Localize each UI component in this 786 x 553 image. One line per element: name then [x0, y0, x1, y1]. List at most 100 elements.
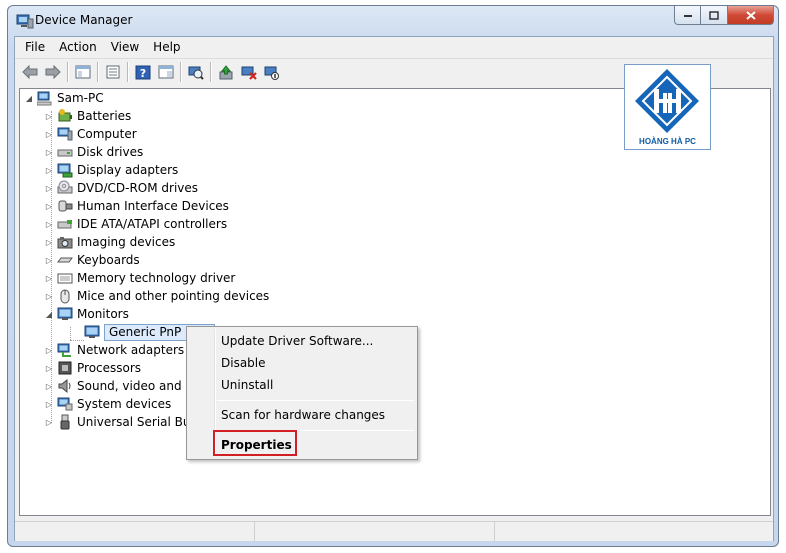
- tree-item-label: Memory technology driver: [77, 271, 236, 285]
- tree-item-processors[interactable]: ▷ Processors: [44, 359, 141, 377]
- collapse-arrow-icon[interactable]: ◢: [24, 93, 34, 103]
- collapse-arrow-icon[interactable]: ◢: [44, 309, 54, 319]
- menu-separator: [217, 400, 414, 401]
- scan-hardware-button[interactable]: [184, 61, 207, 83]
- expand-arrow-icon[interactable]: ▷: [44, 183, 54, 193]
- update-driver-icon: [219, 64, 232, 79]
- tree-item-usb-controllers[interactable]: ▷ Universal Serial Bus c: [44, 413, 207, 431]
- tree-item-label: Imaging devices: [77, 235, 176, 249]
- disable-icon: [264, 66, 279, 80]
- monitor-icon: [57, 307, 73, 320]
- tree-item-hid[interactable]: ▷ Human Interface Devices: [44, 197, 229, 215]
- svg-text:?: ?: [139, 67, 145, 80]
- network-icon: [57, 343, 71, 357]
- tree-item-imaging-devices[interactable]: ▷ Imaging devices: [44, 233, 175, 251]
- computer-icon: [57, 127, 73, 141]
- show-hide-console-tree-button[interactable]: [71, 61, 94, 83]
- tree-item-disk-drives[interactable]: ▷ Disk drives: [44, 143, 143, 161]
- device-view-button[interactable]: [154, 61, 177, 83]
- processor-icon: [58, 361, 72, 375]
- maximize-icon: [709, 10, 719, 20]
- back-button[interactable]: [18, 61, 41, 83]
- menu-bar: File Action View Help: [15, 37, 773, 57]
- expand-arrow-icon[interactable]: ▷: [44, 273, 54, 283]
- tree-item-sound-video[interactable]: ▷ Sound, video and ga: [44, 377, 200, 395]
- tree-item-memory-technology[interactable]: ▷ Memory technology driver: [44, 269, 235, 287]
- back-icon: [21, 65, 37, 79]
- update-driver-button[interactable]: [214, 61, 237, 83]
- usb-icon: [60, 414, 70, 430]
- device-view-icon: [158, 65, 173, 79]
- properties-highlight-box: [213, 430, 297, 456]
- tree-item-mice[interactable]: ▷ Mice and other pointing devices: [44, 287, 269, 305]
- uninstall-icon: [241, 66, 257, 80]
- close-icon: [745, 10, 756, 20]
- ide-controller-icon: [57, 220, 72, 229]
- tree-item-network-adapters[interactable]: ▷ Network adapters: [44, 341, 184, 359]
- logo-diamond-icon: [635, 69, 699, 133]
- disable-item[interactable]: Disable: [215, 352, 414, 374]
- expand-arrow-icon[interactable]: ▷: [44, 219, 54, 229]
- toolbar-separator: [127, 62, 128, 82]
- toolbar-separator: [97, 62, 98, 82]
- tree-root[interactable]: ◢ Sam-PC: [24, 89, 104, 107]
- properties-grid-icon: [106, 65, 119, 79]
- tree-item-monitors[interactable]: ◢ Monitors: [44, 305, 129, 323]
- uninstall-button[interactable]: [237, 61, 260, 83]
- tree-item-system-devices[interactable]: ▷ System devices: [44, 395, 171, 413]
- menu-action[interactable]: Action: [52, 37, 104, 57]
- expand-arrow-icon[interactable]: ▷: [44, 381, 54, 391]
- expand-arrow-icon[interactable]: ▷: [44, 417, 54, 427]
- memory-icon: [57, 273, 73, 284]
- watermark-text: HOÀNG HÀ PC: [639, 137, 696, 146]
- properties-button[interactable]: [101, 61, 124, 83]
- toolbar-separator: [210, 62, 211, 82]
- expand-arrow-icon[interactable]: ▷: [44, 291, 54, 301]
- title-bar[interactable]: Device Manager: [8, 6, 778, 36]
- computer-root-icon: [37, 91, 52, 106]
- scan-hardware-changes-item[interactable]: Scan for hardware changes: [215, 404, 414, 426]
- menu-help[interactable]: Help: [146, 37, 187, 57]
- help-icon: ?: [135, 65, 150, 80]
- hid-icon: [58, 200, 73, 212]
- system-device-icon: [57, 397, 73, 411]
- toolbar-separator: [180, 62, 181, 82]
- expand-arrow-icon[interactable]: ▷: [44, 363, 54, 373]
- expand-arrow-icon[interactable]: ▷: [44, 237, 54, 247]
- maximize-button[interactable]: [701, 6, 728, 25]
- expand-arrow-icon[interactable]: ▷: [44, 165, 54, 175]
- tree-item-label: Monitors: [77, 307, 129, 321]
- tree-item-label: Display adapters: [77, 163, 179, 177]
- expand-arrow-icon[interactable]: ▷: [44, 111, 54, 121]
- menu-view[interactable]: View: [104, 37, 146, 57]
- minimize-button[interactable]: [674, 6, 701, 25]
- forward-button[interactable]: [41, 61, 64, 83]
- expand-arrow-icon[interactable]: ▷: [44, 129, 54, 139]
- help-button[interactable]: ?: [131, 61, 154, 83]
- tree-item-keyboards[interactable]: ▷ Keyboards: [44, 251, 140, 269]
- tree-item-label: Computer: [77, 127, 137, 141]
- forward-icon: [45, 65, 61, 79]
- tree-item-ide-controllers[interactable]: ▷ IDE ATA/ATAPI controllers: [44, 215, 227, 233]
- tree-item-computer[interactable]: ▷ Computer: [44, 125, 137, 143]
- close-button[interactable]: [728, 6, 774, 25]
- uninstall-item[interactable]: Uninstall: [215, 374, 414, 396]
- tree-item-label: Processors: [77, 361, 142, 375]
- tree-item-label: Human Interface Devices: [77, 199, 229, 213]
- tree-item-display-adapters[interactable]: ▷ Display adapters: [44, 161, 178, 179]
- camera-icon: [57, 237, 73, 249]
- tree-item-dvd-drives[interactable]: ▷ DVD/CD-ROM drives: [44, 179, 198, 197]
- disable-button[interactable]: [260, 61, 283, 83]
- expand-arrow-icon[interactable]: ▷: [44, 255, 54, 265]
- dvd-drive-icon: [57, 180, 73, 194]
- menu-file[interactable]: File: [18, 37, 52, 57]
- tree-item-label: DVD/CD-ROM drives: [77, 181, 199, 195]
- expand-arrow-icon[interactable]: ▷: [44, 147, 54, 157]
- tree-item-batteries[interactable]: ▷ Batteries: [44, 107, 131, 125]
- update-driver-software-item[interactable]: Update Driver Software...: [215, 330, 414, 352]
- expand-arrow-icon[interactable]: ▷: [44, 345, 54, 355]
- expand-arrow-icon[interactable]: ▷: [44, 201, 54, 211]
- display-adapter-icon: [57, 163, 73, 178]
- expand-arrow-icon[interactable]: ▷: [44, 399, 54, 409]
- keyboard-icon: [57, 257, 73, 263]
